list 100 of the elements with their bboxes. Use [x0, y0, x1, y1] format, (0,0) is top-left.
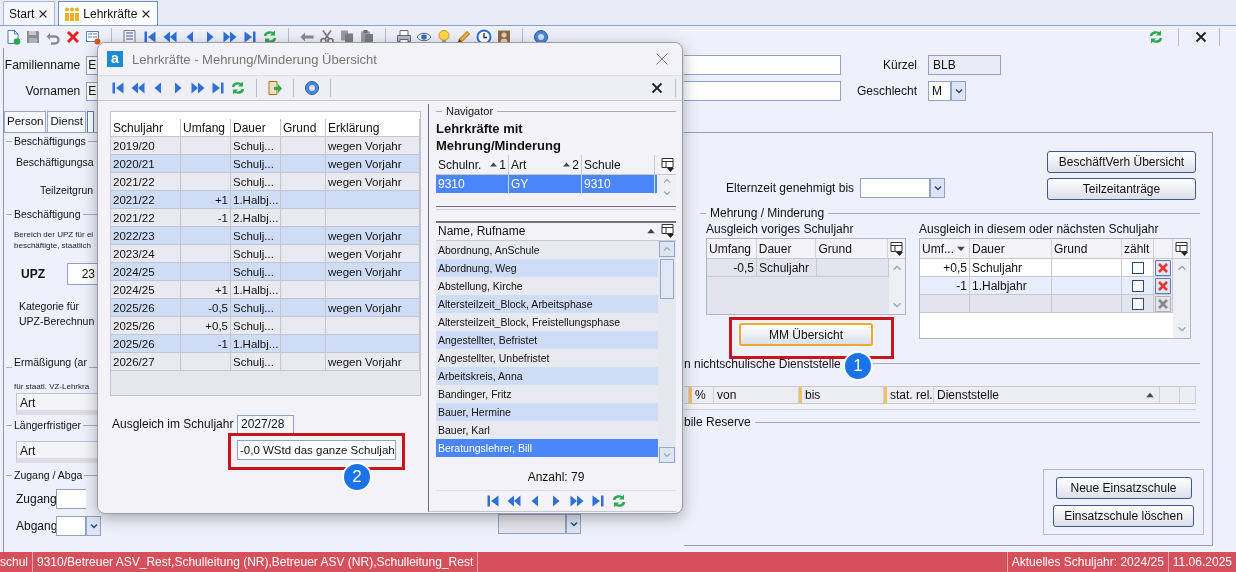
- input-field[interactable]: E: [86, 81, 98, 101]
- column-header: Schule: [584, 157, 621, 172]
- table-cell: wegen Vorjahr: [326, 137, 420, 154]
- tab[interactable]: Dienst: [47, 111, 87, 132]
- tab[interactable]: Person: [4, 111, 47, 132]
- column-header: Umf...: [922, 241, 954, 256]
- column-header: von: [717, 388, 737, 402]
- column-header: Umfang: [181, 119, 231, 136]
- button[interactable]: BeschäftVerh Übersicht: [1047, 151, 1196, 173]
- sort-rank: 1: [499, 157, 506, 172]
- table-row[interactable]: -1 1.Halbjahr: [920, 277, 1173, 295]
- table-cell: -0,5: [707, 259, 757, 276]
- tab[interactable]: Start: [3, 1, 56, 25]
- input-field[interactable]: BLB: [928, 55, 1001, 75]
- column-header: Erklärung: [326, 119, 420, 136]
- table-cell: 2020/21: [111, 155, 181, 172]
- column-header: Grund: [1052, 239, 1122, 258]
- field-label: Zugang: [15, 492, 58, 506]
- table-cell: wegen Vorjahr: [326, 299, 420, 316]
- column-header: Name, Rufname: [438, 224, 527, 239]
- tab[interactable]: Lehrkräfte: [58, 1, 159, 25]
- table-cell: wegen Vorjahr: [326, 263, 420, 280]
- column-header: Art: [16, 441, 98, 463]
- column-header: bis: [805, 388, 821, 402]
- button[interactable]: MM Übersicht: [739, 323, 873, 346]
- field-label: Geschlecht: [855, 84, 917, 98]
- table-cell: 1.Halbj...: [231, 335, 281, 352]
- group-title: Beschäftigung: [14, 208, 81, 220]
- sort-rank: 2: [572, 157, 579, 172]
- input-field[interactable]: 23: [67, 263, 99, 285]
- table-cell: Schulj...: [231, 227, 281, 244]
- group-title: Zugang / Abga: [14, 469, 83, 481]
- column-header: %: [695, 388, 706, 402]
- table-cell: 2024/25: [111, 281, 181, 298]
- window-title: Lehrkräfte - Mehrung/Minderung Übersicht: [132, 51, 377, 67]
- button[interactable]: Teilzeitanträge: [1047, 178, 1196, 200]
- hint-text: beschäftigte, staatlich: [14, 241, 91, 250]
- group-title: Ermäßigung (ar: [14, 356, 87, 368]
- table-cell: Schuljahr: [970, 259, 1052, 276]
- callout-badge: 2: [342, 462, 372, 492]
- table-cell: Schulj...: [231, 137, 281, 154]
- table-cell: GY: [509, 175, 582, 194]
- column-header: Dauer: [756, 239, 817, 258]
- field-label: Kategorie für: [19, 300, 80, 312]
- input-field[interactable]: E: [86, 55, 98, 75]
- hint-text: für staatl. VZ-Lehrkra: [14, 382, 90, 391]
- table-cell: 2021/22: [111, 173, 181, 190]
- column-header: Art: [16, 393, 98, 415]
- field-label: Beschäftigungsa: [16, 156, 94, 168]
- column-header: Schulnr.: [438, 157, 482, 172]
- hint-text: Bereich der UPZ für ei: [14, 230, 94, 239]
- table-cell: Schulj...: [231, 263, 281, 280]
- status-text: schul: [0, 552, 33, 572]
- table-cell: 2025/26: [111, 299, 181, 316]
- field-label: Elternzeit genehmigt bis: [726, 181, 855, 195]
- table-cell: Schulj...: [231, 173, 281, 190]
- table-cell: -1: [181, 335, 231, 352]
- input-field[interactable]: 2027/28: [237, 414, 294, 434]
- group-title: n nichtschulische Dienststelle: [684, 356, 841, 371]
- column-header: Grund: [281, 119, 326, 136]
- table-cell: wegen Vorjahr: [326, 173, 420, 190]
- table-cell: Schulj...: [231, 317, 281, 334]
- field-label: UPZ: [21, 267, 45, 281]
- button[interactable]: Einsatzschule löschen: [1053, 505, 1194, 527]
- field-label: Kürzel: [882, 58, 917, 72]
- table-cell: Schuljahr: [757, 259, 817, 276]
- group-title: bile Reserve: [684, 415, 751, 429]
- column-header: Schuljahr: [111, 119, 181, 136]
- column-header: Dauer: [970, 239, 1052, 258]
- grid-caption: Ausgleich voriges Schuljahr: [706, 221, 855, 238]
- table-cell: 2025/26: [111, 317, 181, 334]
- group-title: Beschäftigungs: [14, 135, 86, 147]
- table-cell: wegen Vorjahr: [326, 227, 420, 244]
- button[interactable]: Neue Einsatzschule: [1055, 477, 1192, 499]
- grid-caption: Ausgleich in diesem oder nächsten Schuljahr: [919, 221, 1160, 238]
- table-cell: wegen Vorjahr: [326, 155, 420, 172]
- table-cell: -1: [920, 277, 970, 294]
- summary-field: -0,0 WStd das ganze Schuljah: [237, 440, 396, 460]
- column-header: Dienststelle: [937, 388, 1000, 402]
- table-cell: 1.Halbjahr: [970, 277, 1052, 294]
- table-cell: Schulj...: [231, 353, 281, 370]
- table-cell: 2025/26: [111, 335, 181, 352]
- column-header: Dauer: [231, 119, 281, 136]
- field-label: Teilzeitgrun: [40, 184, 94, 196]
- column-header: zählt: [1122, 239, 1154, 258]
- table-cell: 9310: [436, 175, 509, 194]
- table-cell: Schulj...: [231, 245, 281, 262]
- table-cell: 2022/23: [111, 227, 181, 244]
- callout-badge: 1: [843, 351, 873, 381]
- table-cell: wegen Vorjahr: [326, 353, 420, 370]
- status-text: 11.06.2025: [1171, 554, 1233, 571]
- table-cell: 2019/20: [111, 137, 181, 154]
- table-cell: 2021/22: [111, 191, 181, 208]
- table-cell: 1.Halbj...: [231, 191, 281, 208]
- table-cell: +0,5: [181, 317, 231, 334]
- group-title: Mehrung / Minderung: [710, 206, 825, 220]
- table-cell: 9310: [582, 175, 655, 194]
- app-logo: a: [107, 51, 123, 67]
- table-row[interactable]: +0,5 Schuljahr: [920, 259, 1173, 277]
- field-label: Ausgleich im Schuljahr: [111, 417, 235, 431]
